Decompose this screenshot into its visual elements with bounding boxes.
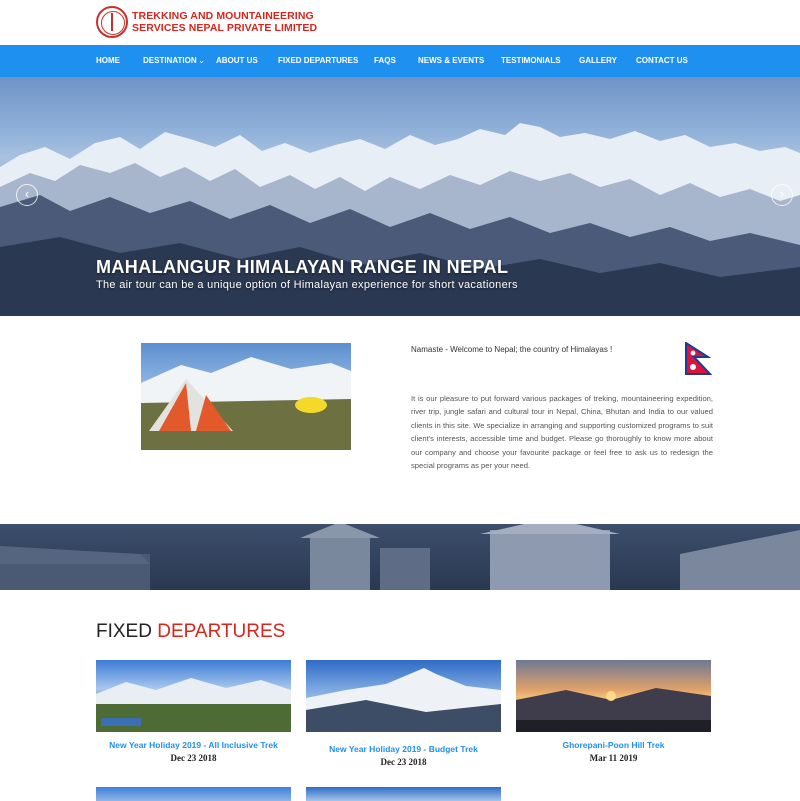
brand-line-1: TREKKING AND MOUNTAINEERING	[132, 10, 314, 22]
nav-label: GALLERY	[579, 56, 617, 65]
brand-name[interactable]: TREKKING AND MOUNTAINEERING SERVICES NEP…	[132, 10, 317, 34]
tent-camp-image	[141, 343, 351, 450]
card-title-poon-hill-trek[interactable]: Ghorepani-Poon Hill Trek	[516, 740, 711, 750]
brand-line-2: SERVICES NEPAL PRIVATE LIMITED	[132, 22, 318, 34]
card-date: Dec 23 2018	[170, 753, 217, 763]
nav-label: DESTINATION	[143, 56, 197, 65]
company-logo[interactable]	[96, 6, 128, 38]
chevron-right-icon[interactable]: ›	[771, 184, 793, 206]
hero-subtitle: The air tour can be a unique option of H…	[96, 279, 518, 291]
card-image-poon-hill-trek[interactable]	[516, 660, 711, 732]
welcome-heading: Namaste - Welcome to Nepal; the country …	[411, 345, 613, 354]
temple-banner-image	[0, 524, 800, 590]
nav-label: HOME	[96, 56, 120, 65]
nav-item-destination[interactable]: DESTINATION ⌄	[143, 45, 205, 77]
heading-part-2: DEPARTURES	[157, 621, 286, 642]
nav-item-fixed-departures[interactable]: FIXED DEPARTURES	[278, 45, 358, 77]
nav-item-testimonials[interactable]: TESTIMONIALS	[501, 45, 561, 77]
fixed-departures-heading: FIXED DEPARTURES	[96, 621, 285, 643]
card-title-budget-trek[interactable]: New Year Holiday 2019 - Budget Trek	[306, 744, 501, 754]
nav-label: ABOUT US	[216, 56, 258, 65]
nav-label: FAQS	[374, 56, 396, 65]
card-title-all-inclusive-trek[interactable]: New Year Holiday 2019 - All Inclusive Tr…	[96, 740, 291, 750]
nav-label: FIXED DEPARTURES	[278, 56, 359, 65]
chevron-left-icon[interactable]: ‹	[16, 184, 38, 206]
nav-item-gallery[interactable]: GALLERY	[579, 45, 617, 77]
nav-label: CONTACT US	[636, 56, 688, 65]
nepal-flag-icon	[685, 342, 712, 375]
nav-item-news-events[interactable]: NEWS & EVENTS	[418, 45, 484, 77]
card-image-next-row[interactable]	[96, 787, 291, 801]
nav-item-faqs[interactable]: FAQS	[374, 45, 396, 77]
card-image-budget-trek[interactable]	[306, 660, 501, 732]
chevron-down-icon: ⌄	[198, 58, 205, 65]
hero-title: MAHALANGUR HIMALAYAN RANGE IN NEPAL	[96, 257, 509, 277]
about-description: It is our pleasure to put forward variou…	[411, 394, 713, 471]
nav-item-contact-us[interactable]: CONTACT US	[636, 45, 688, 77]
nav-label: TESTIMONIALS	[501, 56, 561, 65]
card-date: Mar 11 2019	[589, 753, 638, 763]
nav-item-home[interactable]: HOME	[96, 45, 120, 77]
heading-part-1: FIXED	[96, 621, 158, 642]
card-image-next-row[interactable]	[306, 787, 501, 801]
card-image-all-inclusive-trek[interactable]	[96, 660, 291, 732]
nav-item-about-us[interactable]: ABOUT US	[216, 45, 258, 77]
nav-label: NEWS & EVENTS	[418, 56, 485, 65]
main-navigation: HOME DESTINATION ⌄ ABOUT US FIXED DEPARTU…	[0, 45, 800, 77]
card-date: Dec 23 2018	[380, 757, 427, 767]
site-header: TREKKING AND MOUNTAINEERING SERVICES NEP…	[0, 0, 800, 45]
